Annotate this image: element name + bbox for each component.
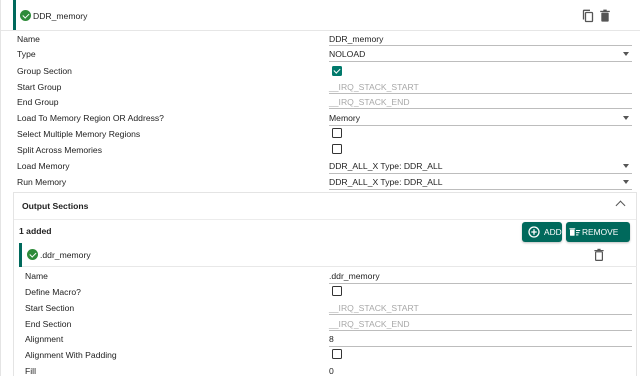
section-name-label: Name [25, 271, 48, 281]
load-to-value: Memory [329, 113, 361, 123]
name-value: DDR_memory [329, 34, 384, 44]
delete-icon[interactable] [593, 248, 605, 262]
dropdown-arrow-icon [623, 164, 629, 168]
start-section-label: Start Section [25, 303, 75, 313]
load-memory-label: Load Memory [17, 161, 70, 171]
start-group-input[interactable]: __IRQ_STACK_START [329, 80, 632, 94]
add-button[interactable]: ADD [522, 222, 562, 242]
name-field[interactable]: DDR_memory [329, 33, 632, 46]
start-section-input[interactable]: __IRQ_STACK_START [329, 301, 632, 315]
panel-header: DDR_memory [1, 0, 640, 31]
output-sections-title: Output Sections [22, 201, 89, 211]
run-memory-label: Run Memory [17, 177, 67, 187]
alignment-label: Alignment [25, 334, 64, 344]
check-circle-icon [20, 10, 31, 21]
delete-icon[interactable] [599, 9, 611, 23]
output-item-title: .ddr_memory [40, 250, 91, 260]
dropdown-arrow-icon [623, 180, 629, 184]
load-memory-select[interactable]: DDR_ALL_X Type: DDR_ALL [329, 160, 632, 174]
load-to-label: Load To Memory Region OR Address? [17, 113, 164, 123]
fill-value: 0 [329, 366, 334, 376]
run-memory-select[interactable]: DDR_ALL_X Type: DDR_ALL [329, 176, 632, 190]
dropdown-arrow-icon [623, 116, 629, 120]
fill-input[interactable]: 0 [329, 365, 632, 376]
output-sections-count: 1 added [19, 226, 52, 236]
section-name-input[interactable]: .ddr_memory [329, 270, 632, 284]
start-group-placeholder: __IRQ_STACK_START [329, 82, 419, 92]
alignment-input[interactable]: 8 [329, 333, 632, 347]
type-select[interactable]: NOLOAD [329, 48, 632, 62]
check-circle-icon [27, 249, 38, 260]
group-section-checkbox[interactable] [332, 66, 342, 76]
remove-all-icon [569, 226, 581, 238]
define-macro-label: Define Macro? [25, 287, 81, 297]
type-value: NOLOAD [329, 49, 366, 59]
load-memory-value: DDR_ALL_X Type: DDR_ALL [329, 161, 443, 171]
load-to-select[interactable]: Memory [329, 112, 632, 126]
fill-label: Fill [25, 366, 36, 376]
select-multiple-label: Select Multiple Memory Regions [17, 129, 141, 139]
output-item-divider [22, 266, 637, 267]
start-section-placeholder: __IRQ_STACK_START [329, 303, 419, 313]
dropdown-arrow-icon [623, 52, 629, 56]
end-section-placeholder: __IRQ_STACK_END [329, 319, 410, 329]
copy-icon[interactable] [582, 9, 594, 23]
split-across-label: Split Across Memories [17, 145, 103, 155]
start-group-label: Start Group [17, 82, 62, 92]
chevron-up-icon[interactable] [615, 200, 626, 211]
add-button-label: ADD [544, 227, 562, 237]
end-group-placeholder: __IRQ_STACK_END [329, 97, 410, 107]
define-macro-checkbox[interactable] [332, 286, 342, 296]
alignment-padding-label: Alignment With Padding [25, 350, 117, 360]
panel-title: DDR_memory [33, 11, 88, 21]
run-memory-value: DDR_ALL_X Type: DDR_ALL [329, 177, 443, 187]
end-section-label: End Section [25, 319, 72, 329]
section-name-value: .ddr_memory [329, 271, 380, 281]
split-across-checkbox[interactable] [332, 144, 342, 154]
select-multiple-checkbox[interactable] [332, 128, 342, 138]
output-item-accent-bar [19, 243, 22, 267]
alignment-padding-checkbox[interactable] [332, 349, 342, 359]
end-group-input[interactable]: __IRQ_STACK_END [329, 95, 632, 109]
selection-accent-bar [13, 0, 16, 30]
type-label: Type [17, 49, 36, 59]
output-sections-header[interactable]: Output Sections [14, 193, 636, 220]
add-circle-icon [528, 226, 540, 238]
group-section-label: Group Section [17, 66, 72, 76]
alignment-value: 8 [329, 334, 334, 344]
memory-region-panel: DDR_memory Name DDR_memory Type NOLOAD G… [0, 0, 640, 376]
remove-all-button[interactable]: REMOVE ALL [566, 222, 630, 257]
end-group-label: End Group [17, 97, 59, 107]
name-label: Name [17, 34, 40, 44]
end-section-input[interactable]: __IRQ_STACK_END [329, 317, 632, 331]
